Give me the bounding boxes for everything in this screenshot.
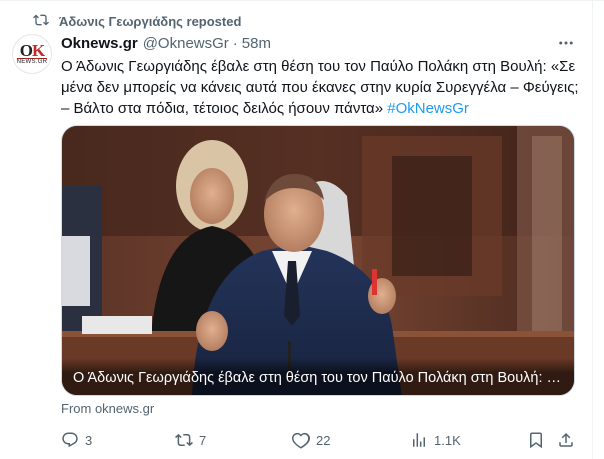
- heart-icon: [292, 432, 310, 449]
- link-card-media[interactable]: Ο Άδωνις Γεωργιάδης έβαλε στη θέση του τ…: [61, 125, 575, 396]
- reply-icon: [62, 432, 78, 448]
- bookmark-icon: [530, 432, 542, 449]
- timestamp[interactable]: 58m: [242, 35, 271, 52]
- hashtag-link[interactable]: #OkNewsGr: [387, 100, 469, 117]
- tweet-body: Ο Άδωνις Γεωργιάδης έβαλε στη θέση του τ…: [61, 58, 579, 117]
- parliament-photo: [62, 126, 574, 395]
- views-icon: [413, 433, 425, 447]
- more-options-button[interactable]: [556, 34, 576, 52]
- share-button[interactable]: [557, 428, 575, 452]
- top-divider: [0, 0, 604, 1]
- oknews-logo: OK: [19, 40, 45, 60]
- author-handle[interactable]: @OknewsGr: [143, 35, 229, 52]
- action-bar: 3 7 22 1.1K: [61, 428, 581, 452]
- repost-indicator[interactable]: Άδωνις Γεωργιάδης reposted: [33, 11, 241, 31]
- media-caption-text: Ο Άδωνις Γεωργιάδης έβαλε στη θέση του τ…: [73, 370, 564, 386]
- repost-label: Άδωνις Γεωργιάδης reposted: [59, 13, 242, 29]
- right-divider: [592, 0, 593, 459]
- reply-count: 3: [85, 432, 93, 448]
- like-count: 22: [316, 432, 331, 448]
- tweet-text: Ο Άδωνις Γεωργιάδης έβαλε στη θέση του τ…: [61, 56, 581, 119]
- share-icon: [559, 432, 573, 447]
- avatar[interactable]: OK NEWS.GR: [12, 34, 52, 74]
- views-button[interactable]: 1.1K: [410, 428, 461, 452]
- repost-icon: [175, 433, 193, 447]
- repost-button[interactable]: 7: [175, 428, 206, 452]
- link-source[interactable]: From oknews.gr: [61, 401, 154, 416]
- bookmark-button[interactable]: [527, 428, 545, 452]
- repost-count: 7: [199, 432, 207, 448]
- views-count: 1.1K: [434, 432, 461, 448]
- like-button[interactable]: 22: [292, 428, 330, 452]
- separator-dot: ·: [232, 34, 238, 52]
- repost-icon: [33, 12, 49, 31]
- tweet-header: Oknews.gr @OknewsGr · 58m: [61, 33, 271, 53]
- media-caption: Ο Άδωνις Γεωργιάδης έβαλε στη θέση του τ…: [62, 358, 574, 395]
- reply-button[interactable]: 3: [61, 428, 92, 452]
- more-icon: [559, 41, 573, 45]
- oknews-logo-subtext: NEWS.GR: [16, 57, 48, 65]
- author-name[interactable]: Oknews.gr: [61, 35, 138, 52]
